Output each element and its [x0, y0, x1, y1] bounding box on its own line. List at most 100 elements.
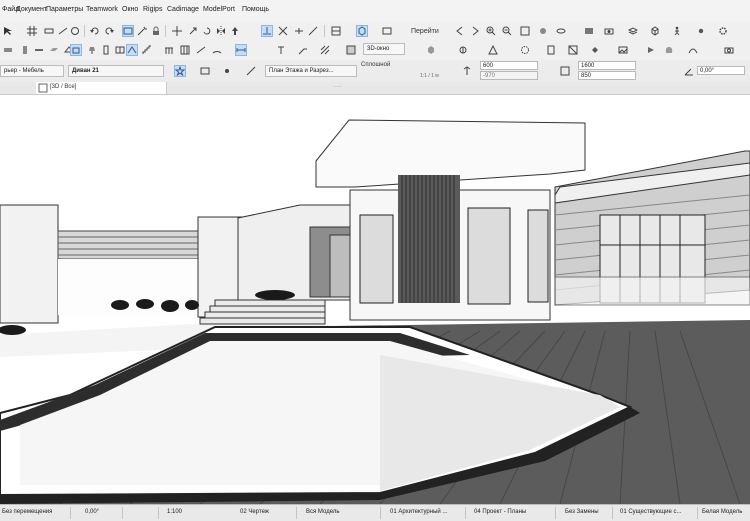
walk-icon[interactable] — [672, 26, 682, 36]
nav-prev-icon[interactable] — [455, 26, 465, 36]
view-3d-icon[interactable] — [356, 25, 368, 37]
door-tool-icon[interactable] — [101, 45, 111, 55]
elevation-bottom-field[interactable]: -970 — [480, 71, 538, 80]
column-tool-icon[interactable] — [20, 45, 30, 55]
angle-field[interactable]: 0,00° — [697, 66, 745, 75]
status-model-filter[interactable]: Вся Модель — [306, 509, 339, 515]
beam-tool-icon[interactable] — [34, 45, 44, 55]
status-3d-style[interactable]: Белая Модель — [702, 509, 742, 515]
menu-document[interactable]: Документ — [16, 6, 47, 13]
select-tool-icon[interactable] — [3, 26, 13, 36]
mesh-tool-icon[interactable] — [126, 44, 138, 56]
redo-icon[interactable] — [104, 26, 114, 36]
menu-modelport[interactable]: ModelPort — [203, 6, 235, 13]
object-tool-icon[interactable] — [70, 44, 82, 56]
curtain-wall-icon[interactable] — [180, 45, 190, 55]
fill-tool-icon[interactable] — [590, 45, 600, 55]
lamp-tool-icon[interactable] — [87, 45, 97, 55]
status-layer-combo[interactable]: 01 Архитектурный ... — [390, 509, 447, 515]
detail-marker-icon[interactable] — [520, 45, 530, 55]
rotate-icon[interactable] — [202, 26, 212, 36]
render-icon[interactable] — [584, 26, 594, 36]
worksheet-icon[interactable] — [546, 45, 556, 55]
status-drawing-set[interactable]: 02 Чертеж — [240, 509, 269, 515]
railing-tool-icon[interactable] — [164, 45, 174, 55]
arc-tool-icon[interactable] — [212, 45, 222, 55]
split-icon[interactable] — [294, 26, 304, 36]
menu-rigips[interactable]: Rigips — [143, 6, 162, 13]
hatch-tool-icon[interactable] — [320, 45, 330, 55]
zoom-in-icon[interactable] — [486, 26, 496, 36]
camera-tool-icon[interactable] — [646, 45, 656, 55]
figure-tool-icon[interactable] — [618, 45, 628, 55]
menu-options[interactable]: Параметры — [46, 6, 83, 13]
sun-icon[interactable] — [696, 26, 706, 36]
favorites-icon[interactable] — [174, 65, 186, 77]
slab-tool-icon[interactable] — [49, 45, 59, 55]
gravity-icon[interactable] — [261, 25, 273, 37]
interior-elevation-icon[interactable] — [568, 45, 578, 55]
view-3d-button[interactable]: 3D-окно — [363, 43, 405, 55]
width-field[interactable]: 1600 — [578, 61, 636, 70]
trim-icon[interactable] — [278, 26, 288, 36]
settings-icon[interactable] — [718, 26, 728, 36]
goto-label[interactable]: Перейти — [411, 28, 439, 35]
anchor-icon[interactable] — [222, 66, 232, 76]
box-icon[interactable] — [426, 45, 436, 55]
object-name-field[interactable]: Диван 21 — [68, 65, 164, 77]
elevation-top-field[interactable]: 600 — [480, 61, 538, 70]
depth-field[interactable]: 850 — [578, 71, 636, 80]
pan-icon[interactable] — [538, 26, 548, 36]
layer-select[interactable]: рьер - Мебель — [0, 65, 64, 77]
status-pen-set[interactable]: 04 Проект - Планы — [474, 509, 526, 515]
shell-tool-icon[interactable] — [688, 45, 698, 55]
line-tool-icon[interactable] — [196, 45, 206, 55]
3d-viewport[interactable] — [0, 95, 750, 504]
menu-cadimage[interactable]: Cadimage — [167, 6, 199, 13]
floor-plan-display-select[interactable]: План Этажа и Разрез... — [265, 65, 357, 77]
nav-next-icon[interactable] — [470, 26, 480, 36]
lasso-icon[interactable] — [70, 26, 80, 36]
label-tool-icon[interactable] — [298, 45, 308, 55]
menu-teamwork[interactable]: Teamwork — [86, 6, 118, 13]
undo-icon[interactable] — [90, 26, 100, 36]
menu-help[interactable]: Помощь — [242, 6, 269, 13]
fit-window-icon[interactable] — [520, 26, 530, 36]
text-tool-icon[interactable] — [276, 45, 286, 55]
status-angle[interactable]: 0,00° — [85, 509, 99, 515]
view-floorplan-icon[interactable] — [331, 26, 341, 36]
dimension-tool-icon[interactable] — [235, 44, 247, 56]
zone-tool-icon[interactable] — [346, 45, 356, 55]
elevate-icon[interactable] — [230, 26, 240, 36]
snap-icon[interactable] — [44, 26, 54, 36]
section-marker-icon[interactable] — [458, 45, 468, 55]
adjust-icon[interactable] — [308, 26, 318, 36]
elevation-marker-icon[interactable] — [488, 45, 498, 55]
status-renovation[interactable]: 01 Существующие с... — [620, 509, 681, 515]
morph-tool-icon[interactable] — [664, 45, 674, 55]
suspend-groups-icon[interactable] — [122, 25, 134, 37]
status-scale[interactable]: 1:100 — [167, 509, 182, 515]
status-undo[interactable]: Без перемещения — [2, 509, 52, 515]
magic-wand-icon[interactable] — [137, 26, 147, 36]
window-tool-icon[interactable] — [115, 45, 125, 55]
cube-icon[interactable] — [650, 26, 660, 36]
stair-tool-icon[interactable] — [142, 45, 152, 55]
lock-icon[interactable] — [151, 26, 161, 36]
camera-icon[interactable] — [604, 26, 614, 36]
orientation-icon[interactable] — [246, 66, 256, 76]
menu-window[interactable]: Окно — [122, 6, 138, 13]
view-section-icon[interactable] — [382, 26, 392, 36]
wall-tool-icon[interactable] — [3, 45, 13, 55]
zoom-out-icon[interactable] — [502, 26, 512, 36]
orbit-icon[interactable] — [556, 26, 566, 36]
guide-icon[interactable] — [58, 26, 68, 36]
move-icon[interactable] — [172, 26, 182, 36]
drag-icon[interactable] — [188, 26, 198, 36]
grid-icon[interactable] — [27, 26, 37, 36]
geometry-method-icon[interactable] — [200, 66, 210, 76]
layers-icon[interactable] — [628, 26, 638, 36]
photo-render-icon[interactable] — [724, 45, 734, 55]
splitter-handle[interactable]: ..... — [333, 83, 341, 89]
status-override[interactable]: Без Замены — [565, 509, 599, 515]
